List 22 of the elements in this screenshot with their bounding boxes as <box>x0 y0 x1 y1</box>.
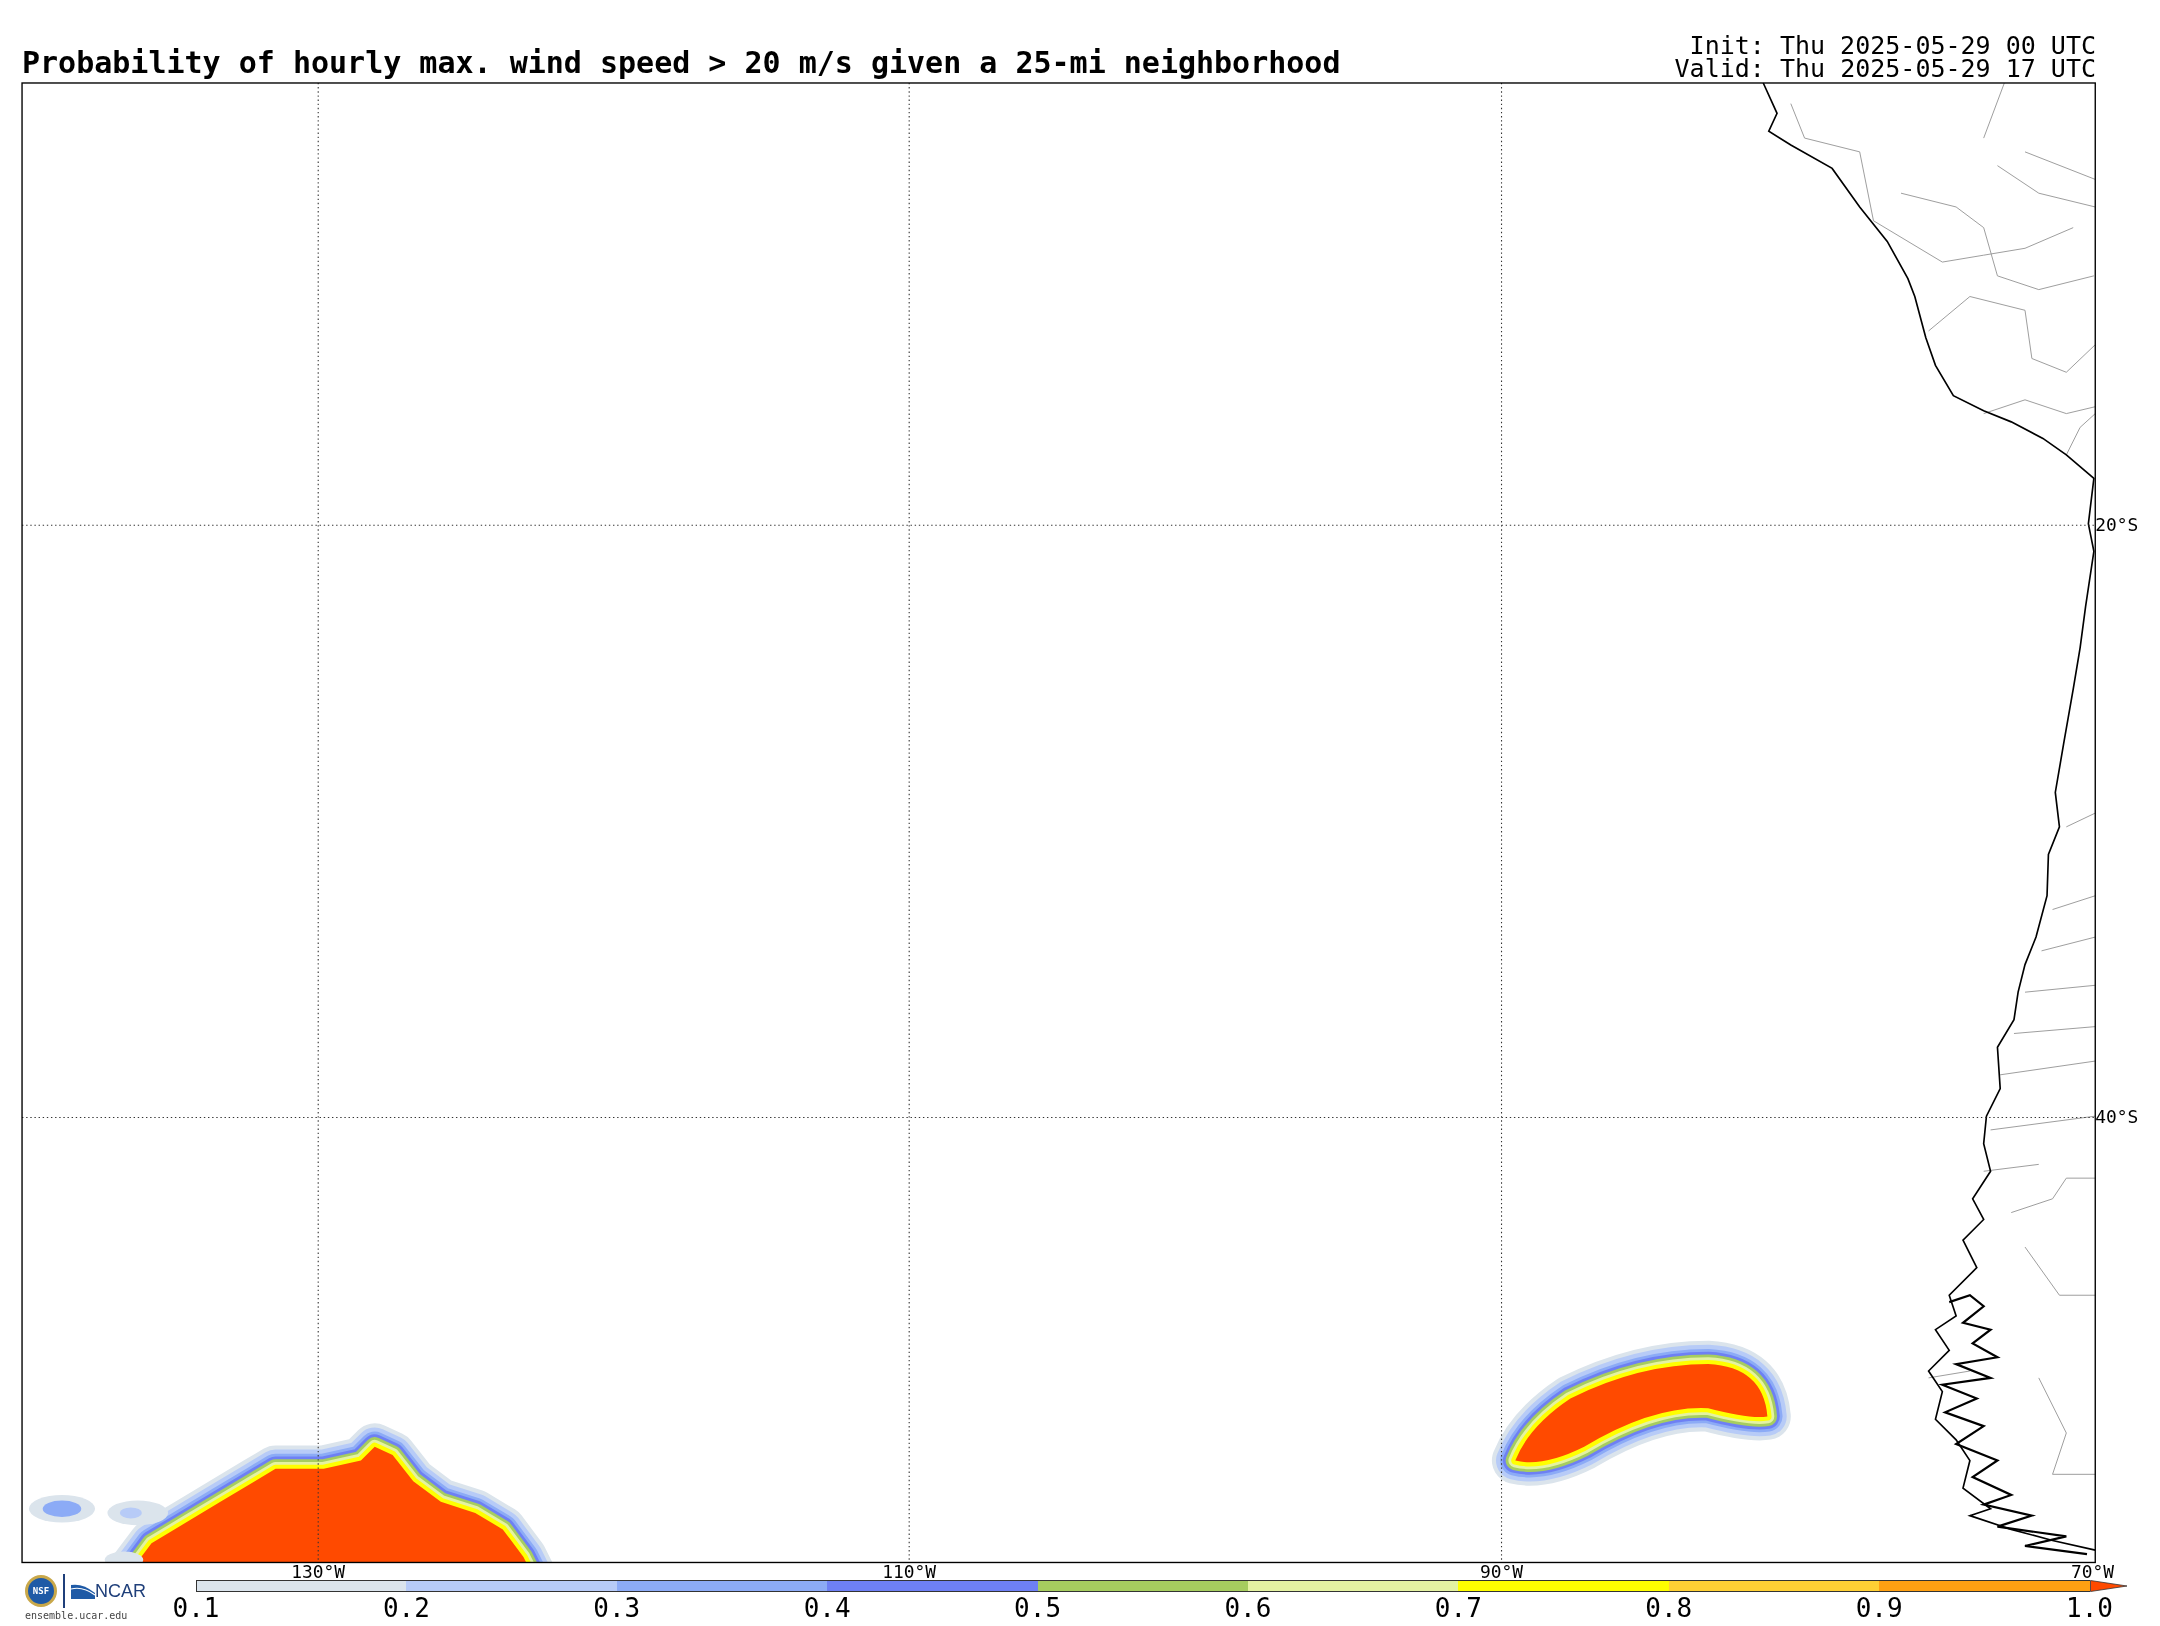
colorbar-tick-label: 0.7 <box>1433 1594 1483 1622</box>
colorbar-tick-label: 0.9 <box>1854 1594 1904 1622</box>
longitude-label: 70°W <box>2070 1560 2115 1582</box>
latitude-label: 40°S <box>2095 1106 2139 1128</box>
longitude-label: 110°W <box>882 1560 937 1582</box>
colorbar-tick-label: 0.2 <box>381 1594 431 1622</box>
latitude-label: 20°S <box>2095 513 2139 535</box>
colorbar-tick-label: 0.5 <box>1013 1594 1063 1622</box>
longitude-label: 130°W <box>291 1560 346 1582</box>
seal-logo: NSF <box>25 1575 57 1607</box>
longitude-label: 90°W <box>1480 1560 1524 1582</box>
chart-title: Probability of hourly max. wind speed > 20 m/s given a 25-mi neighborhood <box>22 48 1341 78</box>
colorbar-tick-label: 0.6 <box>1223 1594 1273 1622</box>
colorbar-tick-label: 1.0 <box>2065 1594 2114 1622</box>
colorbar-tick-label: 0.3 <box>592 1594 642 1622</box>
colorbar-tick-label: 0.8 <box>1644 1594 1694 1622</box>
valid-time: Valid: Thu 2025-05-29 17 UTC <box>1674 57 2096 80</box>
swoosh-icon <box>71 1583 95 1599</box>
colorbar-tick-label: 0.4 <box>802 1594 852 1622</box>
ncar-logo-text: NCAR <box>95 1580 146 1602</box>
site-url: ensemble.ucar.edu <box>25 1610 129 1621</box>
init-time: Init: Thu 2025-05-29 00 UTC <box>1689 34 2096 57</box>
